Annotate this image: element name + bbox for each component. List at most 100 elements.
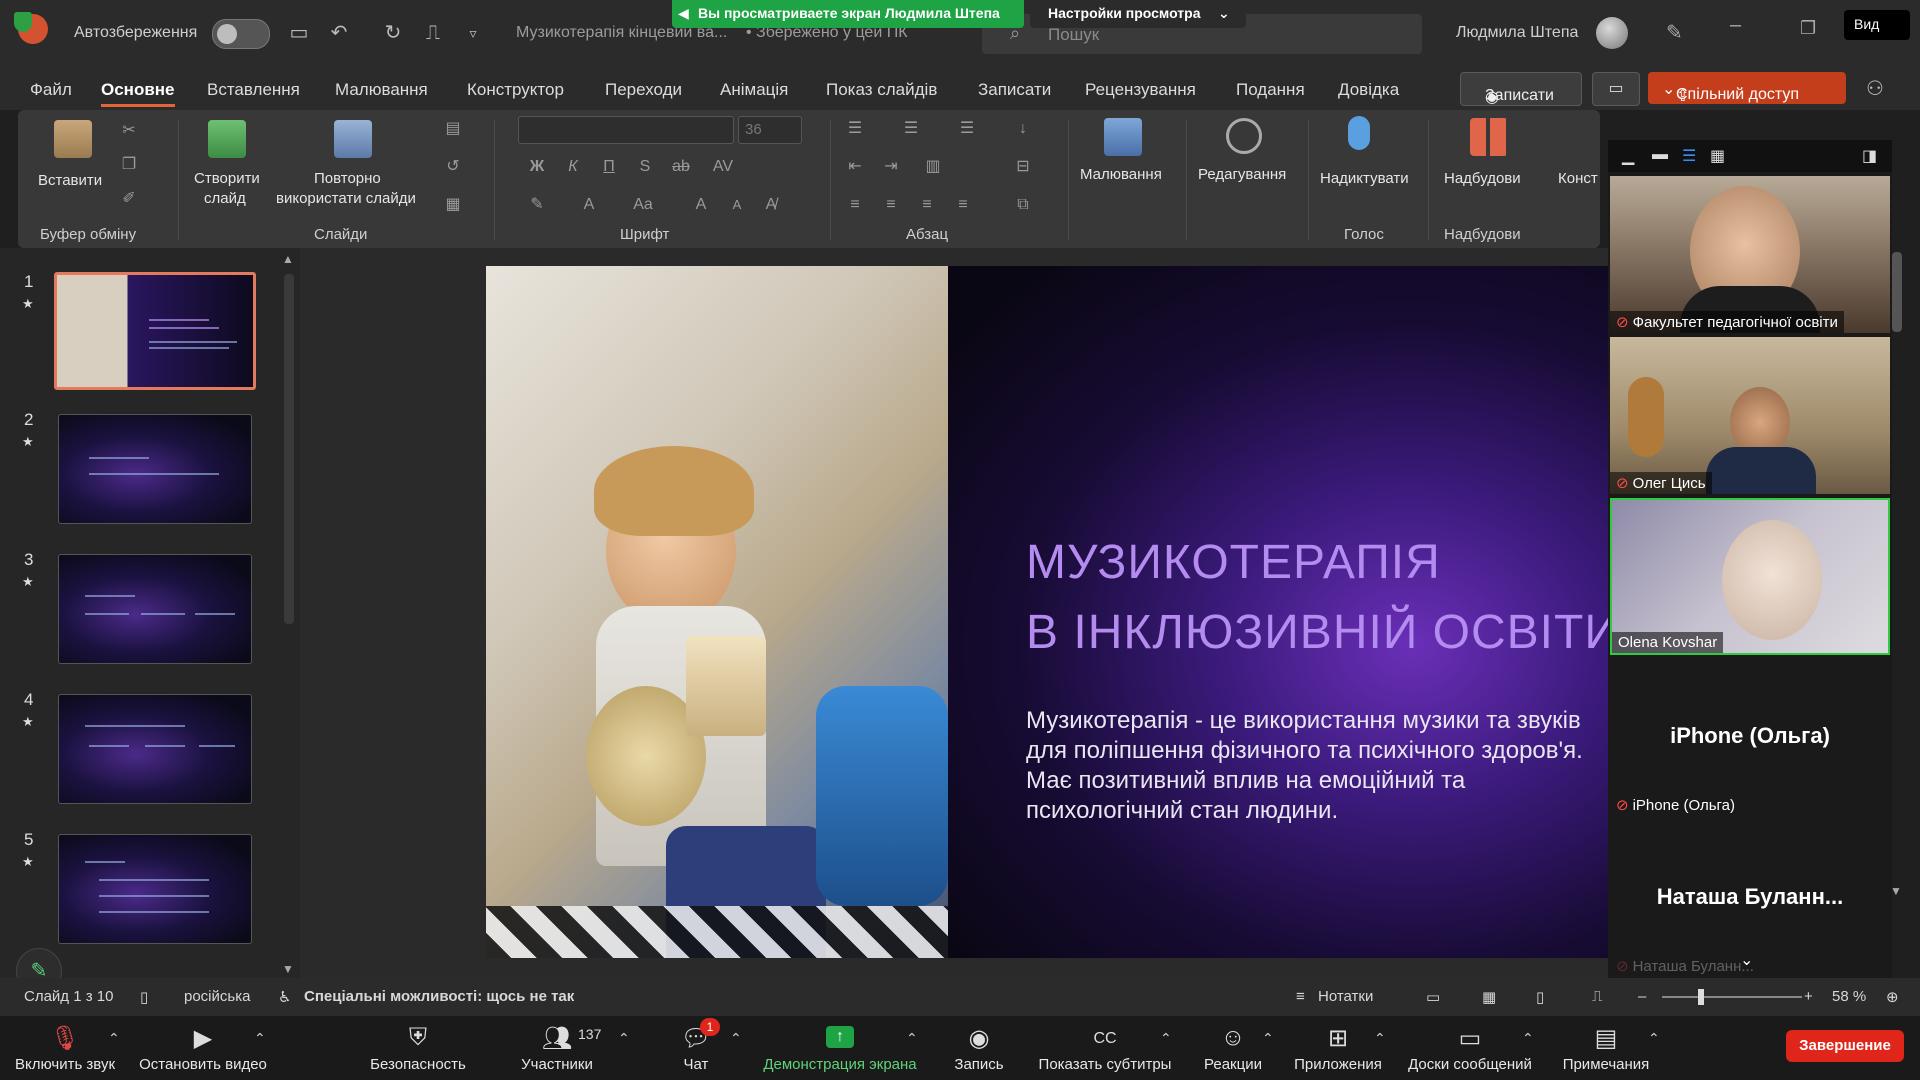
strikethrough-icon[interactable]: ab (670, 156, 692, 178)
whiteboards-button[interactable]: ▭ Доски сообщений (1398, 1016, 1542, 1080)
user-name[interactable]: Людмила Штепа (1456, 24, 1578, 42)
tab-record[interactable]: Записати (978, 80, 1051, 100)
chevron-up-icon[interactable]: ⌃ (906, 1030, 918, 1047)
zoom-in-icon[interactable]: + (1804, 988, 1813, 1005)
share-screen-button[interactable]: ↑ Демонстрация экрана (752, 1016, 928, 1080)
scroll-up-icon[interactable]: ▲ (282, 252, 294, 266)
tab-animations[interactable]: Анімація (720, 80, 788, 100)
align-text-icon[interactable]: ⊟ (1012, 156, 1034, 178)
scroll-down-icon[interactable]: ▼ (1890, 884, 1902, 898)
tab-view[interactable]: Подання (1236, 80, 1305, 100)
current-slide[interactable]: МУЗИКОТЕРАПІЯ В ІНКЛЮЗИВНІЙ ОСВІТИ Музик… (486, 266, 1610, 958)
tab-insert[interactable]: Вставлення (207, 80, 300, 100)
editing-button[interactable]: Редагування (1198, 166, 1286, 183)
save-icon[interactable]: ▭ (286, 20, 312, 46)
slide-sorter-icon[interactable]: ▦ (1482, 988, 1496, 1006)
reuse-slides-button[interactable]: Повторно (314, 170, 381, 187)
zoom-level[interactable]: 58 % (1832, 988, 1866, 1005)
tab-file[interactable]: Файл (30, 80, 72, 100)
participant-video-active-speaker[interactable]: Olena Kovshar (1610, 498, 1890, 655)
designer-button[interactable]: Конст (1558, 170, 1598, 187)
justify-icon[interactable]: ≡ (952, 194, 974, 216)
speaker-view-icon[interactable]: ▬ (1652, 146, 1668, 164)
cut-icon[interactable]: ✂ (118, 120, 140, 142)
comments-button[interactable]: ▭ (1592, 72, 1640, 106)
strip-view-icon[interactable]: ☰ (1682, 146, 1696, 166)
autosave-toggle[interactable] (212, 19, 270, 49)
slide-thumbnail-4[interactable] (58, 694, 252, 804)
gallery-view-icon[interactable]: ▦ (1710, 146, 1725, 166)
chevron-up-icon[interactable]: ⌃ (108, 1030, 120, 1047)
section-icon[interactable]: ▦ (442, 194, 464, 216)
drawing-icon[interactable] (1104, 118, 1142, 156)
person-icon[interactable]: ⚇ (1866, 76, 1884, 101)
tab-transitions[interactable]: Переходи (605, 80, 682, 100)
fit-slide-icon[interactable]: ⊕ (1886, 988, 1899, 1006)
minimize-icon[interactable]: – (1730, 14, 1741, 37)
customize-qat-icon[interactable]: ▿ (460, 20, 486, 46)
numbering-icon[interactable]: ☰ (900, 118, 922, 140)
bold-icon[interactable]: Ж (526, 156, 548, 178)
bullets-icon[interactable]: ☰ (844, 118, 866, 140)
char-spacing-icon[interactable]: AV (712, 156, 734, 178)
clear-format-icon[interactable]: A̸ (760, 194, 782, 216)
notes-button[interactable]: ▤ Примечания (1556, 1016, 1656, 1080)
increase-indent-icon[interactable]: ⇥ (880, 156, 902, 178)
view-options-button[interactable]: Настройки просмотра ⌄ (1030, 0, 1246, 28)
shadow-icon[interactable]: S (634, 156, 656, 178)
new-slide-icon[interactable] (208, 120, 246, 158)
font-family-select[interactable] (518, 116, 734, 144)
line-spacing-icon[interactable]: ☰ (956, 118, 978, 140)
layout-icon[interactable]: ▤ (442, 118, 464, 140)
align-left-icon[interactable]: ≡ (844, 194, 866, 216)
tab-help[interactable]: Довідка (1338, 80, 1399, 100)
tab-home[interactable]: Основне (101, 80, 175, 107)
pip-icon[interactable]: ◨ (1862, 146, 1877, 166)
share-button[interactable]: ⇪ Спільний доступ ⌄ (1648, 72, 1846, 105)
tab-review[interactable]: Рецензування (1085, 80, 1196, 100)
presenter-icon[interactable]: ⎍ (420, 20, 446, 46)
reuse-slides-icon[interactable] (334, 120, 372, 158)
slide-thumbnail-2[interactable] (58, 414, 252, 524)
columns-icon[interactable]: ▥ (922, 156, 944, 178)
decrease-indent-icon[interactable]: ⇤ (844, 156, 866, 178)
record-meeting-button[interactable]: ◉ Запись (934, 1016, 1024, 1080)
avatar[interactable] (1596, 17, 1628, 49)
drawing-button[interactable]: Малювання (1080, 166, 1162, 183)
normal-view-icon[interactable]: ▭ (1426, 988, 1440, 1006)
grow-font-icon[interactable]: A (690, 194, 712, 216)
slide-thumbnail-3[interactable] (58, 554, 252, 664)
window-scrollbar[interactable] (1892, 252, 1902, 332)
underline-icon[interactable]: П (598, 156, 620, 178)
italic-icon[interactable]: К (562, 156, 584, 178)
spellcheck-icon[interactable]: ▯ (140, 988, 148, 1006)
participant-tile[interactable]: Наташа Буланн... ⊘ Наташа Буланн... ⌄ (1610, 820, 1890, 977)
stop-video-button[interactable]: ▶ Остановить видео (130, 1016, 276, 1080)
paste-icon[interactable] (54, 120, 92, 158)
language-indicator[interactable]: російська (184, 988, 250, 1005)
chevron-up-icon[interactable]: ⌃ (1374, 1030, 1386, 1047)
participant-video[interactable]: ⊘ Олег Цись (1610, 337, 1890, 494)
participants-button[interactable]: 👥︎ 137 Участники (500, 1016, 614, 1080)
slide-thumbnail-5[interactable] (58, 834, 252, 944)
tab-draw[interactable]: Малювання (335, 80, 428, 100)
slides-scrollbar[interactable] (284, 274, 294, 624)
chevron-up-icon[interactable]: ⌃ (618, 1030, 630, 1047)
scroll-down-icon[interactable]: ▼ (282, 962, 294, 976)
slideshow-icon[interactable]: ⎍ (1592, 988, 1603, 1005)
font-size-select[interactable]: 36 (738, 116, 802, 144)
notes-button[interactable]: Нотатки (1318, 988, 1373, 1005)
highlight-icon[interactable]: ✎ (526, 194, 548, 216)
chevron-up-icon[interactable]: ⌃ (1160, 1030, 1172, 1047)
copy-icon[interactable]: ❐ (118, 154, 140, 176)
chevron-up-icon[interactable]: ⌃ (1262, 1030, 1274, 1047)
find-icon[interactable] (1226, 118, 1262, 154)
font-color-icon[interactable]: A (578, 194, 600, 216)
chevron-up-icon[interactable]: ⌃ (1648, 1030, 1660, 1047)
chat-button[interactable]: 💬︎ 1 Чат (656, 1016, 736, 1080)
minimize-panel-icon[interactable]: ▁ (1622, 146, 1634, 166)
unmute-button[interactable]: 🎙︎ Включить звук (0, 1016, 130, 1080)
zoom-out-icon[interactable]: – (1638, 988, 1646, 1005)
slide-body[interactable]: Музикотерапія - це використання музики т… (1026, 706, 1610, 826)
format-painter-icon[interactable]: ✐ (118, 188, 140, 210)
